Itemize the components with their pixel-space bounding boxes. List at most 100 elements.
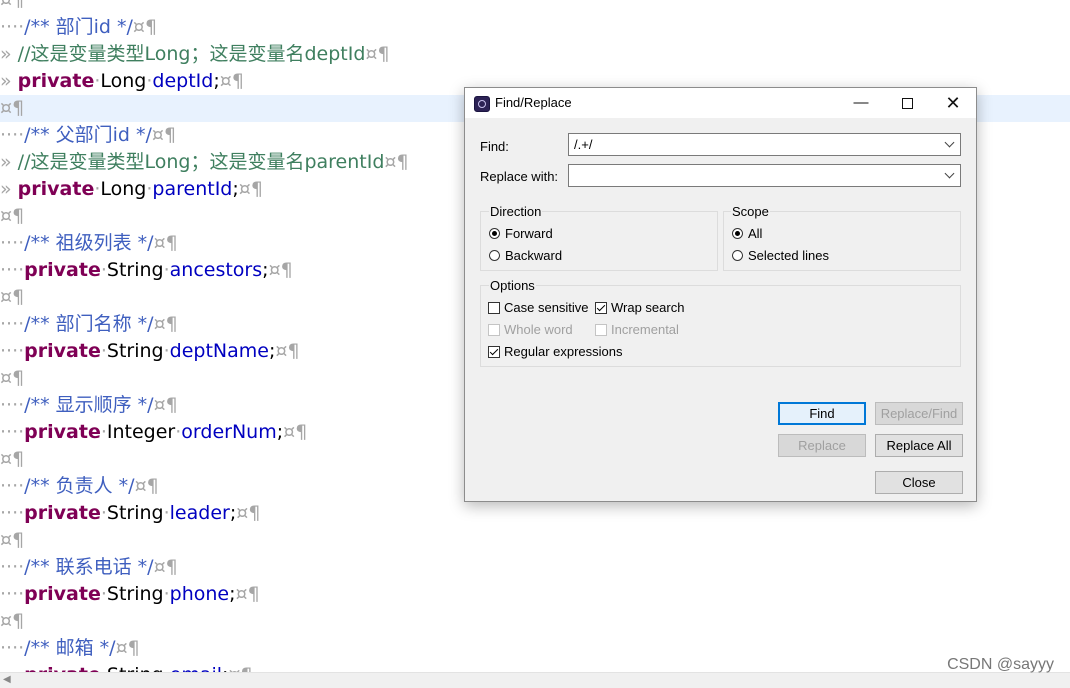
eol-marker: ¤¶ <box>153 232 178 254</box>
eol-marker: ¤¶ <box>228 664 252 672</box>
replace-with-label: Replace with: <box>480 169 559 184</box>
doc-comment: /** 邮箱 */ <box>24 637 116 659</box>
eol-marker: ¤¶ <box>153 556 178 578</box>
whitespace-marker: ···· <box>0 232 25 254</box>
find-input[interactable]: /.+/ <box>574 137 592 152</box>
type-name: Integer <box>106 421 176 443</box>
find-combo[interactable]: /.+/ <box>568 133 961 156</box>
code-line[interactable]: ¤¶ <box>0 608 1070 635</box>
type-name: String <box>106 502 164 524</box>
keyword: private <box>24 664 101 672</box>
dialog-title: Find/Replace <box>495 95 572 110</box>
minimize-icon[interactable]: — <box>838 88 884 118</box>
checkbox-icon <box>595 302 607 314</box>
code-line[interactable]: ····/** 联系电话 */¤¶ <box>0 554 1070 581</box>
maximize-icon[interactable] <box>884 88 930 118</box>
field-name: orderNum <box>181 421 277 443</box>
checkbox-icon <box>595 324 607 336</box>
replace-combo[interactable] <box>568 164 961 187</box>
line-comment: //这是变量类型Long；这是变量名deptId <box>17 43 366 65</box>
doc-comment: /** 联系电话 */ <box>24 556 154 578</box>
type-name: Long <box>100 70 147 92</box>
eol-marker: ¤¶ <box>365 43 390 65</box>
doc-comment: /** 祖级列表 */ <box>24 232 154 254</box>
field-name: email <box>170 664 222 672</box>
whitespace-marker: ···· <box>0 16 25 38</box>
code-line[interactable]: ····/** 邮箱 */¤¶ <box>0 635 1070 662</box>
checkbox-icon <box>488 302 500 314</box>
horizontal-scrollbar[interactable]: ◀ <box>0 672 1070 688</box>
eol-marker: ¤¶ <box>132 16 158 38</box>
code-line[interactable]: ¤¶ <box>0 0 1070 14</box>
eclipse-app-icon <box>474 96 490 112</box>
whitespace-marker: ···· <box>0 556 25 578</box>
keyword: private <box>24 502 101 524</box>
radio-icon <box>732 228 743 239</box>
replace-all-button[interactable]: Replace All <box>875 434 963 457</box>
doc-comment: /** 显示顺序 */ <box>24 394 154 416</box>
whitespace-marker: » <box>0 43 18 65</box>
whitespace-marker: ···· <box>0 475 25 497</box>
eol-marker: ¤¶ <box>0 529 25 551</box>
dialog-titlebar[interactable]: Find/Replace — ✕ <box>465 88 976 118</box>
code-line[interactable]: » //这是变量类型Long；这是变量名deptId¤¶ <box>0 41 1070 68</box>
type-name: String <box>106 259 164 281</box>
radio-icon <box>489 228 500 239</box>
type-name: String <box>106 583 164 605</box>
whitespace-marker: » <box>0 151 18 173</box>
eol-marker: ¤¶ <box>219 70 244 92</box>
keyword: private <box>24 259 101 281</box>
code-line[interactable]: ····private·String·phone;¤¶ <box>0 581 1070 608</box>
keyword: private <box>24 340 101 362</box>
eol-marker: ¤¶ <box>384 151 409 173</box>
eol-marker: ¤¶ <box>0 367 25 389</box>
eol-marker: ¤¶ <box>0 205 25 227</box>
eol-marker: ¤¶ <box>268 259 293 281</box>
field-name: deptId <box>152 70 214 92</box>
code-line[interactable]: ····private·String·email;¤¶ <box>0 662 1070 672</box>
replace-button[interactable]: Replace <box>778 434 866 457</box>
chevron-down-icon[interactable] <box>944 137 956 148</box>
field-name: ancestors <box>169 259 263 281</box>
whitespace-marker: ···· <box>0 124 25 146</box>
eol-marker: ¤¶ <box>153 394 178 416</box>
keyword: private <box>24 583 101 605</box>
close-button[interactable]: Close <box>875 471 963 494</box>
replace-find-button[interactable]: Replace/Find <box>875 402 963 425</box>
eol-marker: ¤¶ <box>238 178 263 200</box>
code-line[interactable]: ¤¶ <box>0 527 1070 554</box>
field-name: parentId <box>152 178 233 200</box>
type-name: String <box>106 340 164 362</box>
whitespace-marker: » <box>0 178 18 200</box>
line-comment: //这是变量类型Long；这是变量名parentId <box>17 151 385 173</box>
eol-marker: ¤¶ <box>0 448 25 470</box>
find-label: Find: <box>480 139 509 154</box>
keyword: private <box>24 421 101 443</box>
whitespace-marker: ···· <box>0 421 25 443</box>
keyword: private <box>17 70 95 92</box>
eol-marker: ¤¶ <box>0 610 25 632</box>
doc-comment: /** 部门id */ <box>24 16 133 38</box>
eol-marker: ¤¶ <box>153 313 178 335</box>
eol-marker: ¤¶ <box>151 124 177 146</box>
doc-comment: /** 负责人 */ <box>24 475 135 497</box>
type-name: Long <box>100 178 147 200</box>
eol-marker: ¤¶ <box>275 340 300 362</box>
eol-marker: ¤¶ <box>236 502 261 524</box>
find-button[interactable]: Find <box>778 402 866 425</box>
keyword: private <box>17 178 95 200</box>
checkbox-icon <box>488 324 500 336</box>
doc-comment: /** 父部门id */ <box>24 124 152 146</box>
code-line[interactable]: ····/** 部门id */¤¶ <box>0 14 1070 41</box>
whitespace-marker: ···· <box>0 313 25 335</box>
close-window-icon[interactable]: ✕ <box>930 88 976 118</box>
radio-icon <box>489 250 500 261</box>
code-line[interactable]: ····private·String·leader;¤¶ <box>0 500 1070 527</box>
checkbox-icon <box>488 346 500 358</box>
eol-marker: ¤¶ <box>0 286 25 308</box>
eol-marker: ¤¶ <box>283 421 308 443</box>
find-replace-dialog: Find/Replace — ✕ Find: /.+/ Replace with… <box>464 87 977 502</box>
chevron-down-icon[interactable] <box>944 168 956 179</box>
scroll-left-icon[interactable]: ◀ <box>3 674 11 685</box>
scope-title: Scope <box>731 204 770 219</box>
